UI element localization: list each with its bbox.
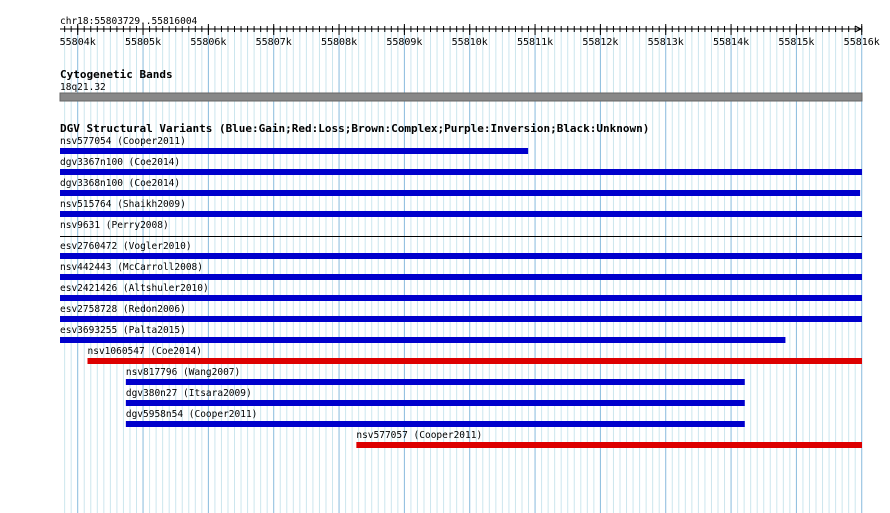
ruler-tick-label: 55815k [778,37,814,48]
cytoband-track-title: Cytogenetic Bands [60,68,173,81]
dgv-feature[interactable]: dgv380n27 (Itsara2009) [125,388,745,406]
dgv-feature[interactable]: nsv1060547 (Coe2014) [87,346,863,364]
dgv-feature-bar[interactable] [60,169,862,175]
dgv-feature-label: dgv5958n54 (Cooper2011) [126,409,258,420]
dgv-feature-label: nsv577054 (Cooper2011) [60,136,186,147]
dgv-feature-label: esv3693255 (Palta2015) [60,325,186,336]
dgv-feature-bar[interactable] [60,274,862,280]
ruler-tick-label: 55805k [125,37,161,48]
ruler-tick-label: 55814k [713,37,749,48]
dgv-feature-label: nsv577057 (Cooper2011) [356,430,482,441]
cytoband-bar[interactable] [59,92,863,102]
dgv-feature-label: nsv1060547 (Coe2014) [88,346,202,357]
dgv-feature[interactable]: nsv515764 (Shaikh2009) [60,199,862,217]
dgv-feature-bar[interactable] [60,190,861,196]
genome-browser-view: chr18:55803729..55816004 55804k 55805k 558… [59,16,880,513]
dgv-feature-label: nsv9631 (Perry2008) [60,220,169,231]
ruler-tick-label: 55809k [386,37,422,48]
ruler-tick-label: 55810k [452,37,488,48]
dgv-feature-bar[interactable] [60,316,862,322]
dgv-feature-bar[interactable] [60,236,862,237]
dgv-feature-label: dgv380n27 (Itsara2009) [126,388,252,399]
ruler-tick-label: 55807k [256,37,292,48]
dgv-feature[interactable]: esv3693255 (Palta2015) [60,325,786,343]
dgv-feature[interactable]: nsv442443 (McCarroll2008) [60,262,862,280]
dgv-feature[interactable]: dgv5958n54 (Cooper2011) [125,409,745,427]
dgv-feature-bar[interactable] [125,400,745,406]
dgv-track-title: DGV Structural Variants (Blue:Gain;Red:L… [60,122,649,135]
dgv-feature[interactable]: nsv817796 (Wang2007) [125,367,745,385]
dgv-feature-bar[interactable] [60,211,862,217]
dgv-feature[interactable]: nsv9631 (Perry2008) [60,220,862,237]
region-location-label: chr18:55803729..55816004 [60,16,198,27]
cytoband-label: 18q21.32 [60,82,106,93]
dgv-feature-label: dgv3368n100 (Coe2014) [60,178,180,189]
dgv-feature[interactable]: dgv3368n100 (Coe2014) [60,178,861,196]
dgv-track[interactable]: DGV Structural Variants (Blue:Gain;Red:L… [60,122,863,448]
dgv-feature-label: dgv3367n100 (Coe2014) [60,157,180,168]
dgv-feature-bar[interactable] [60,295,862,301]
dgv-feature-bar[interactable] [125,421,745,427]
dgv-feature-list: nsv577054 (Cooper2011) dgv3367n100 (Coe20… [60,136,863,448]
dgv-feature-bar[interactable] [60,337,786,343]
dgv-feature-label: nsv442443 (McCarroll2008) [60,262,203,273]
dgv-feature-label: esv2758728 (Redon2006) [60,304,186,315]
cytoband-track[interactable]: Cytogenetic Bands 18q21.32 [59,68,863,102]
dgv-feature[interactable]: esv2758728 (Redon2006) [60,304,862,322]
dgv-feature-label: nsv817796 (Wang2007) [126,367,240,378]
ruler-tick-label: 55813k [648,37,684,48]
dgv-feature-label: nsv515764 (Shaikh2009) [60,199,186,210]
ruler-tick-label: 55816k [844,37,880,48]
dgv-feature[interactable]: dgv3367n100 (Coe2014) [60,157,862,175]
dgv-feature-label: esv2760472 (Vogler2010) [60,241,192,252]
dgv-feature-bar[interactable] [125,379,745,385]
dgv-feature[interactable]: esv2421426 (Altshuler2010) [60,283,862,301]
ruler-tick-label: 55811k [517,37,553,48]
dgv-feature[interactable]: esv2760472 (Vogler2010) [60,241,862,259]
dgv-feature-bar[interactable] [60,148,529,154]
dgv-feature-label: esv2421426 (Altshuler2010) [60,283,209,294]
dgv-feature-bar[interactable] [60,253,862,259]
ruler-tick-label: 55804k [60,37,96,48]
ruler-tick-label: 55806k [190,37,226,48]
dgv-feature[interactable]: nsv577057 (Cooper2011) [356,430,862,448]
dgv-feature[interactable]: nsv577054 (Cooper2011) [60,136,529,154]
ruler-tick-label: 55812k [582,37,618,48]
ruler-tick-label: 55808k [321,37,357,48]
dgv-feature-bar[interactable] [356,442,862,448]
dgv-feature-bar[interactable] [87,358,863,364]
